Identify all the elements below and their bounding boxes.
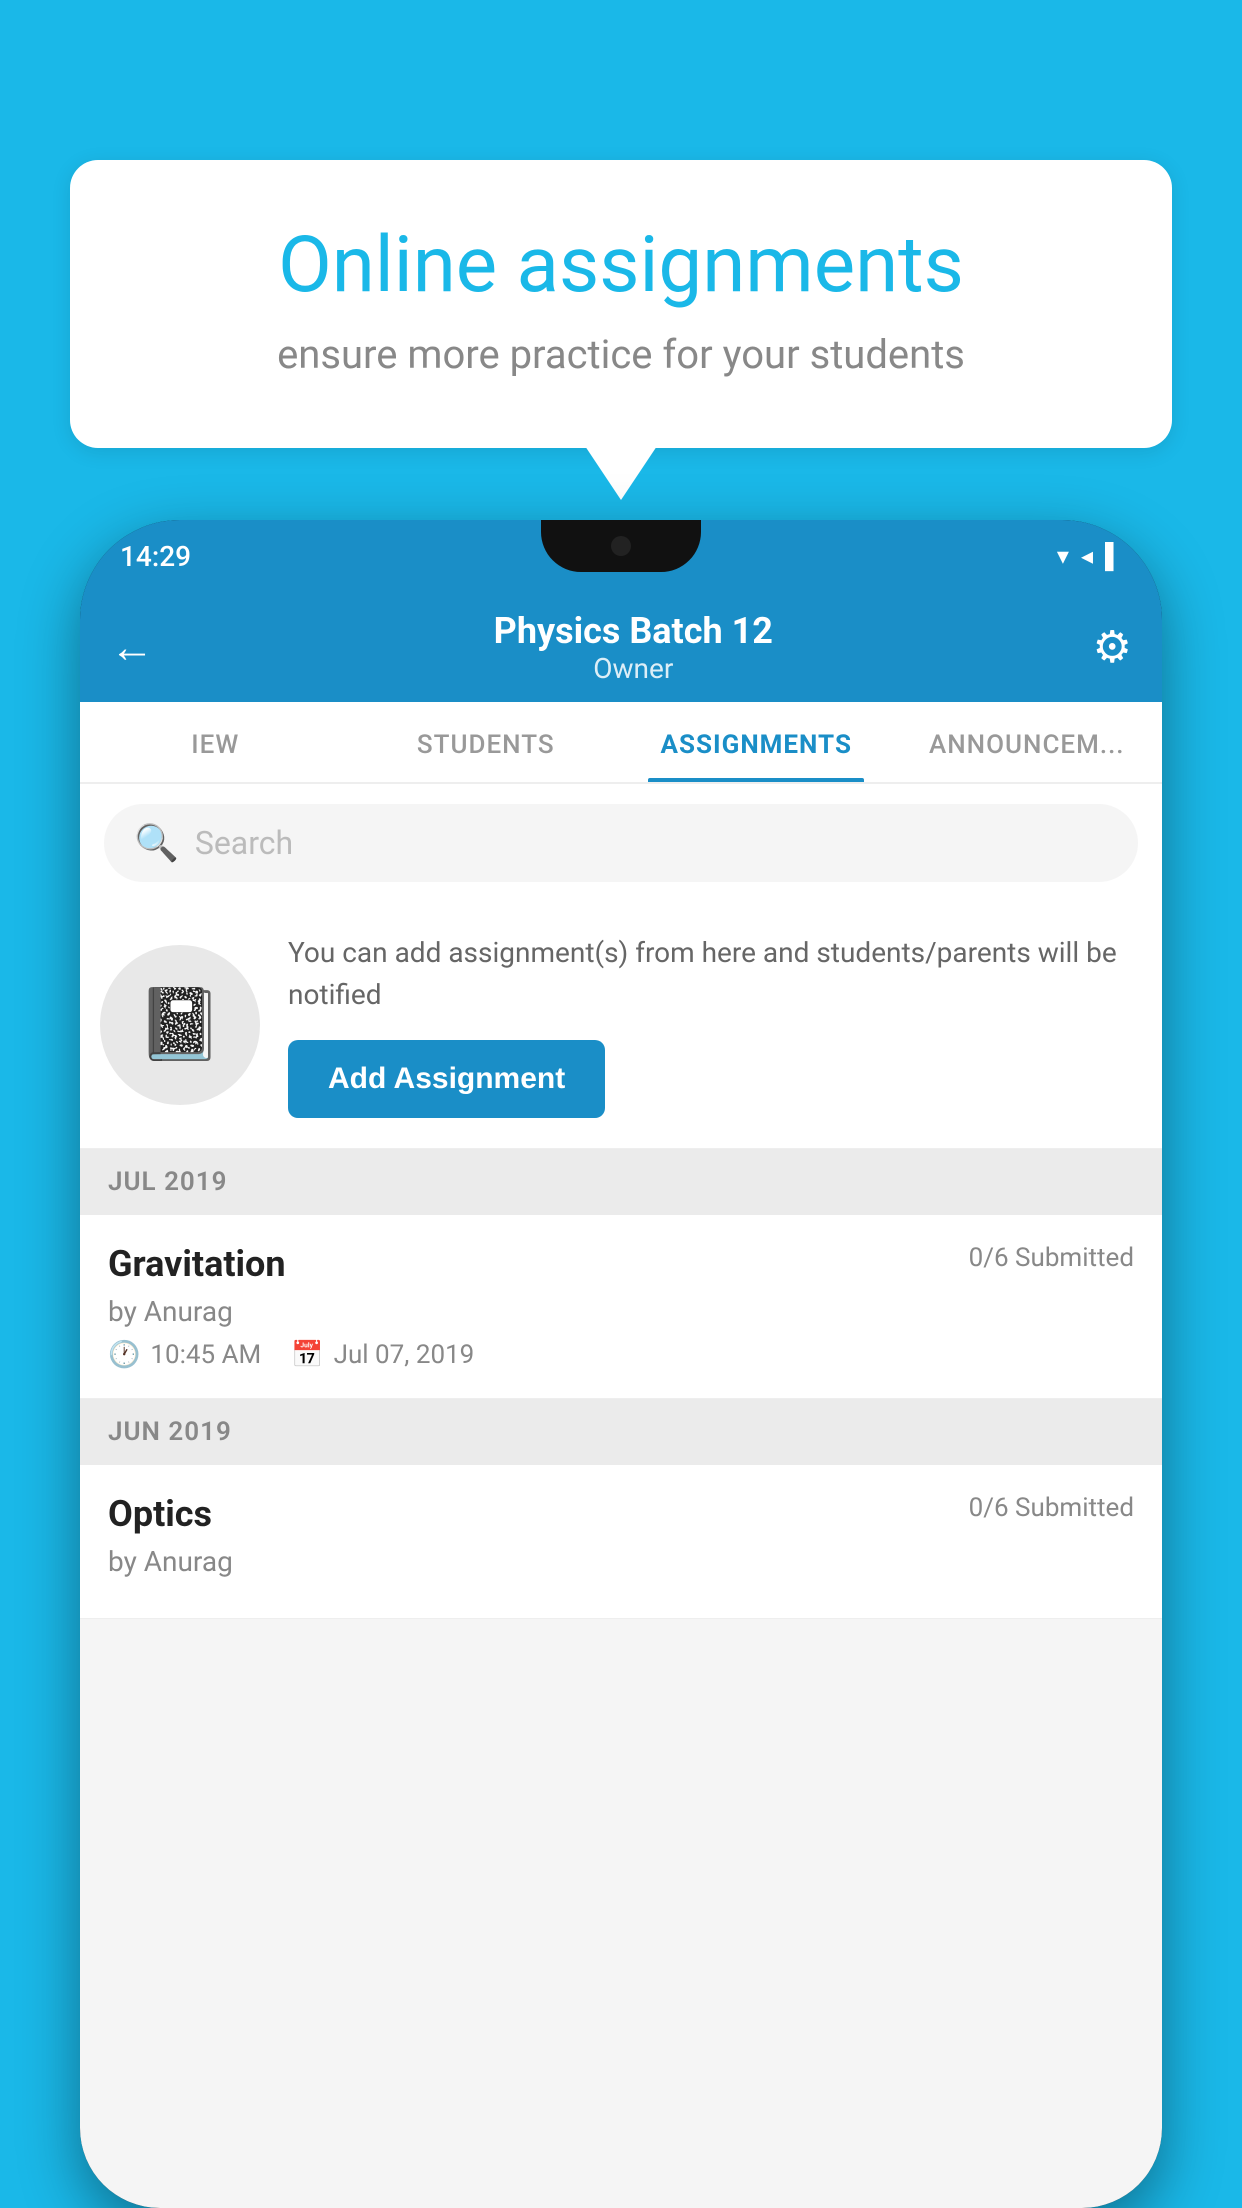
assignment-optics-author: by Anurag xyxy=(108,1545,1134,1578)
speech-bubble-subtitle: ensure more practice for your students xyxy=(150,331,1092,378)
back-button[interactable]: ← xyxy=(110,621,154,673)
tabs-bar: IEW STUDENTS ASSIGNMENTS ANNOUNCEM... xyxy=(80,702,1162,784)
speech-bubble-container: Online assignments ensure more practice … xyxy=(70,160,1172,448)
assignment-optics-submitted: 0/6 Submitted xyxy=(969,1493,1134,1523)
speech-bubble: Online assignments ensure more practice … xyxy=(70,160,1172,448)
phone-notch xyxy=(541,520,701,572)
assignment-time-value: 10:45 AM xyxy=(150,1340,261,1370)
assignment-item-optics-header: Optics 0/6 Submitted xyxy=(108,1493,1134,1535)
notebook-icon: 📓 xyxy=(136,984,223,1066)
assignment-name: Gravitation xyxy=(108,1243,286,1285)
speech-bubble-title: Online assignments xyxy=(150,220,1092,311)
section-header-jun: JUN 2019 xyxy=(80,1399,1162,1465)
settings-icon[interactable]: ⚙ xyxy=(1093,621,1132,673)
battery-icon: ▌ xyxy=(1105,542,1122,571)
assignment-icon-circle: 📓 xyxy=(100,945,260,1105)
screen-content: 🔍 Search 📓 You can add assignment(s) fro… xyxy=(80,784,1162,2208)
search-bar[interactable]: 🔍 Search xyxy=(104,804,1138,882)
assignment-item-gravitation[interactable]: Gravitation 0/6 Submitted by Anurag 🕐 10… xyxy=(80,1215,1162,1399)
status-icons: ▾ ◂ ▌ xyxy=(1057,542,1122,571)
clock-icon: 🕐 xyxy=(108,1340,140,1370)
tab-students[interactable]: STUDENTS xyxy=(351,702,622,782)
assignment-time: 🕐 10:45 AM xyxy=(108,1340,261,1370)
add-assignment-card: 📓 You can add assignment(s) from here an… xyxy=(80,902,1162,1149)
add-assignment-text: You can add assignment(s) from here and … xyxy=(288,932,1132,1118)
search-placeholder: Search xyxy=(195,824,293,862)
section-header-jul: JUL 2019 xyxy=(80,1149,1162,1215)
assignment-meta: 🕐 10:45 AM 📅 Jul 07, 2019 xyxy=(108,1340,1134,1370)
assignment-date-value: Jul 07, 2019 xyxy=(334,1340,475,1370)
tab-announcements[interactable]: ANNOUNCEM... xyxy=(892,702,1163,782)
signal-icon: ◂ xyxy=(1081,542,1093,570)
search-bar-wrapper: 🔍 Search xyxy=(80,784,1162,902)
tab-iew[interactable]: IEW xyxy=(80,702,351,782)
calendar-icon: 📅 xyxy=(291,1340,323,1370)
status-time: 14:29 xyxy=(120,540,191,573)
app-bar-title: Physics Batch 12 xyxy=(174,610,1093,652)
add-assignment-description: You can add assignment(s) from here and … xyxy=(288,932,1132,1016)
assignment-author: by Anurag xyxy=(108,1295,1134,1328)
tab-assignments[interactable]: ASSIGNMENTS xyxy=(621,702,892,782)
add-assignment-button[interactable]: Add Assignment xyxy=(288,1040,605,1118)
app-bar-subtitle: Owner xyxy=(174,652,1093,685)
assignment-item-optics[interactable]: Optics 0/6 Submitted by Anurag xyxy=(80,1465,1162,1619)
assignment-item-header: Gravitation 0/6 Submitted xyxy=(108,1243,1134,1285)
assignment-optics-name: Optics xyxy=(108,1493,212,1535)
search-icon: 🔍 xyxy=(134,822,179,864)
status-bar: 14:29 ▾ ◂ ▌ xyxy=(80,520,1162,592)
app-bar: ← Physics Batch 12 Owner ⚙ xyxy=(80,592,1162,702)
app-bar-title-area: Physics Batch 12 Owner xyxy=(174,610,1093,685)
assignment-submitted: 0/6 Submitted xyxy=(969,1243,1134,1273)
camera-dot xyxy=(611,536,631,556)
phone-frame: 14:29 ▾ ◂ ▌ ← Physics Batch 12 Owner ⚙ I… xyxy=(80,520,1162,2208)
wifi-icon: ▾ xyxy=(1057,542,1069,570)
assignment-date: 📅 Jul 07, 2019 xyxy=(291,1340,474,1370)
